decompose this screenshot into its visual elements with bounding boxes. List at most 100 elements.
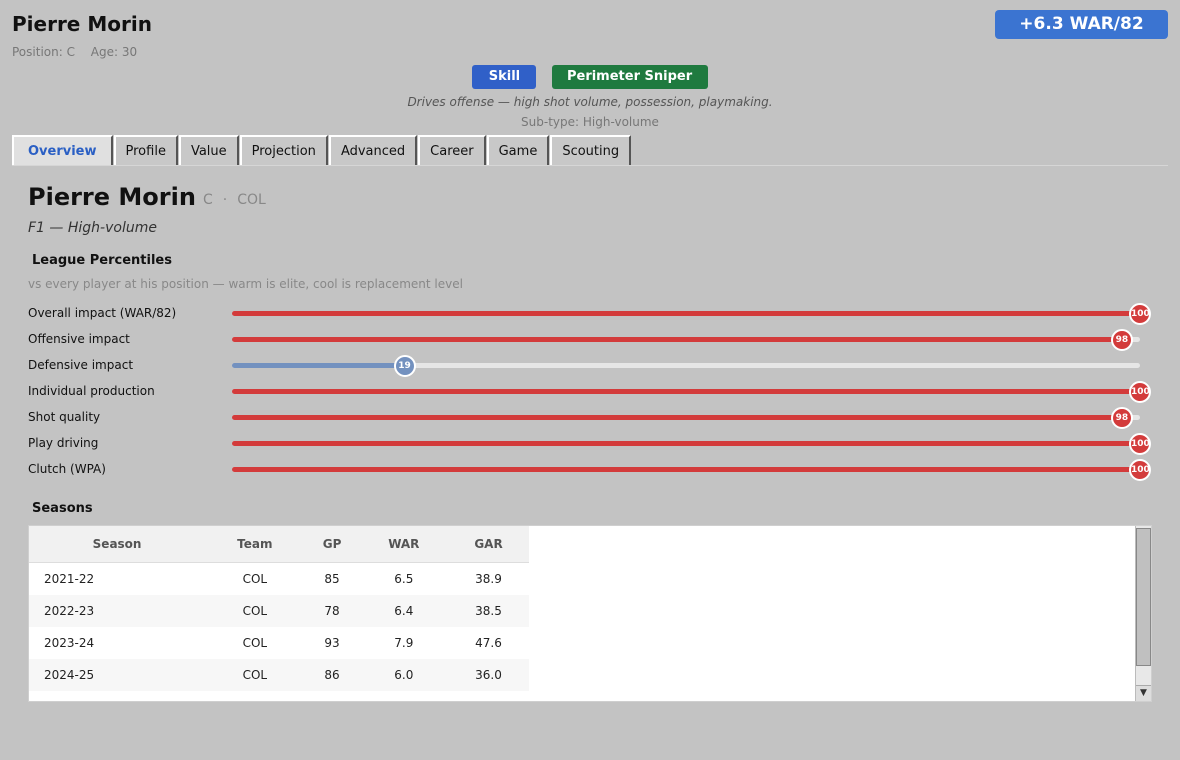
table-row: 2024-25 COL 86 6.0 36.0 — [29, 659, 529, 691]
tab-value[interactable]: Value — [178, 135, 239, 166]
archetype-badges: Skill Perimeter Sniper — [0, 65, 1180, 89]
percentiles-subtitle: vs every player at his position — warm i… — [28, 277, 463, 291]
player-name: Pierre Morin — [12, 12, 152, 36]
percentile-track: 100 — [232, 433, 1151, 455]
cell-gar: 38.9 — [475, 572, 502, 586]
archetype-subtype: Sub-type: High-volume — [521, 115, 659, 129]
seasons-table-panel[interactable]: Season Team GP WAR GAR 2021-22 COL 85 6.… — [28, 525, 1152, 702]
cell-team: COL — [242, 572, 268, 586]
tab-career[interactable]: Career — [418, 135, 486, 166]
overview-position: C — [203, 192, 213, 208]
percentile-row: Overall impact (WAR/82) 100 — [28, 303, 1158, 325]
overview-meta: C · COL — [203, 192, 266, 208]
meta-separator: · — [222, 192, 228, 208]
percentile-label: Individual production — [28, 384, 155, 398]
percentile-fill — [232, 441, 1140, 446]
percentile-fill — [232, 467, 1140, 472]
cell-gp: 85 — [324, 572, 340, 586]
tab-divider — [12, 165, 1168, 166]
column-header-gar[interactable]: GAR — [448, 526, 529, 563]
player-position: Position: C — [12, 45, 75, 59]
table-row: 2025-26 COL 93 7.1 42.9 — [29, 691, 529, 701]
column-header-team[interactable]: Team — [205, 526, 305, 563]
player-meta: Position: C Age: 30 — [12, 45, 149, 59]
percentile-value: 100 — [1129, 303, 1151, 325]
percentile-track: 100 — [232, 381, 1151, 403]
percentile-label: Clutch (WPA) — [28, 462, 106, 476]
percentile-track: 19 — [232, 355, 1140, 377]
tab-scouting[interactable]: Scouting — [550, 135, 632, 166]
skill-badge: Skill — [472, 65, 537, 89]
chevron-down-icon[interactable]: ▼ — [1136, 685, 1151, 701]
cell-season: 2021-22 — [44, 572, 95, 586]
percentile-label: Play driving — [28, 436, 99, 450]
cell-season: 2024-25 — [29, 659, 206, 691]
archetype-description: Drives offense — high shot volume, posse… — [407, 95, 773, 109]
war-badge: +6.3 WAR/82 — [995, 10, 1168, 39]
percentile-fill — [232, 311, 1140, 316]
percentiles-title: League Percentiles — [32, 253, 172, 268]
cell-season: 2023-24 — [44, 636, 95, 650]
tab-advanced[interactable]: Advanced — [328, 135, 418, 166]
percentile-track: 98 — [232, 407, 1140, 429]
percentile-row: Play driving 100 — [28, 433, 1158, 455]
scrollbar-thumb[interactable] — [1136, 528, 1151, 666]
percentile-row: Shot quality 98 — [28, 407, 1158, 429]
cell-team: COL — [205, 691, 304, 701]
column-header-war[interactable]: WAR — [359, 526, 449, 563]
percentile-value: 98 — [1110, 407, 1133, 429]
tab-profile[interactable]: Profile — [113, 135, 178, 166]
cell-gar: 47.6 — [475, 636, 502, 650]
cell-gp: 93 — [324, 636, 340, 650]
player-age: Age: 30 — [90, 45, 138, 59]
cell-gp: 78 — [304, 595, 360, 627]
cell-gar: 36.0 — [448, 659, 529, 691]
tab-game[interactable]: Game — [486, 135, 550, 166]
table-row: 2021-22 COL 85 6.5 38.9 — [29, 563, 529, 596]
percentile-fill — [232, 363, 405, 368]
percentile-track: 98 — [232, 329, 1140, 351]
tab-bar: Overview Profile Value Projection Advanc… — [12, 135, 632, 166]
percentile-value: 19 — [393, 355, 416, 377]
percentile-row: Defensive impact 19 — [28, 355, 1158, 377]
percentile-value: 100 — [1129, 381, 1151, 403]
percentile-label: Offensive impact — [28, 332, 130, 346]
table-row: 2022-23 COL 78 6.4 38.5 — [29, 595, 529, 627]
percentile-row: Individual production 100 — [28, 381, 1158, 403]
overview-team: COL — [237, 192, 266, 208]
percentile-track: 100 — [232, 459, 1151, 481]
archetype-badge: Perimeter Sniper — [551, 65, 708, 89]
table-scrollbar[interactable]: ▼ — [1135, 526, 1151, 701]
cell-war: 7.1 — [360, 691, 448, 701]
cell-season: 2025-26 — [29, 691, 205, 701]
percentile-row: Offensive impact 98 — [28, 329, 1158, 351]
cell-team: COL — [205, 659, 305, 691]
cell-gp: 93 — [305, 691, 360, 701]
percentile-row: Clutch (WPA) 100 — [28, 459, 1158, 481]
cell-war: 6.0 — [359, 659, 449, 691]
percentile-value: 100 — [1129, 433, 1151, 455]
tab-projection[interactable]: Projection — [239, 135, 328, 166]
percentile-label: Overall impact (WAR/82) — [28, 306, 177, 320]
percentile-label: Defensive impact — [28, 358, 134, 372]
column-header-gp[interactable]: GP — [304, 526, 360, 563]
cell-gar: 42.9 — [448, 691, 529, 701]
table-row: 2023-24 COL 93 7.9 47.6 — [29, 627, 529, 659]
tab-overview[interactable]: Overview — [12, 135, 113, 166]
overview-tier: F1 — High-volume — [28, 220, 157, 236]
cell-war: 7.9 — [394, 636, 414, 650]
percentile-fill — [232, 389, 1140, 394]
column-header-season[interactable]: Season — [29, 526, 206, 563]
overview-player-name: Pierre Morin — [28, 183, 196, 211]
cell-team: COL — [242, 636, 268, 650]
cell-war: 6.4 — [359, 595, 449, 627]
cell-team: COL — [205, 595, 305, 627]
percentile-value: 98 — [1110, 329, 1133, 351]
cell-gar: 38.5 — [448, 595, 529, 627]
percentile-track: 100 — [232, 303, 1151, 325]
cell-gp: 86 — [304, 659, 360, 691]
seasons-title: Seasons — [32, 501, 93, 516]
percentile-value: 100 — [1129, 459, 1151, 481]
percentile-fill — [232, 415, 1122, 420]
percentile-label: Shot quality — [28, 410, 101, 424]
